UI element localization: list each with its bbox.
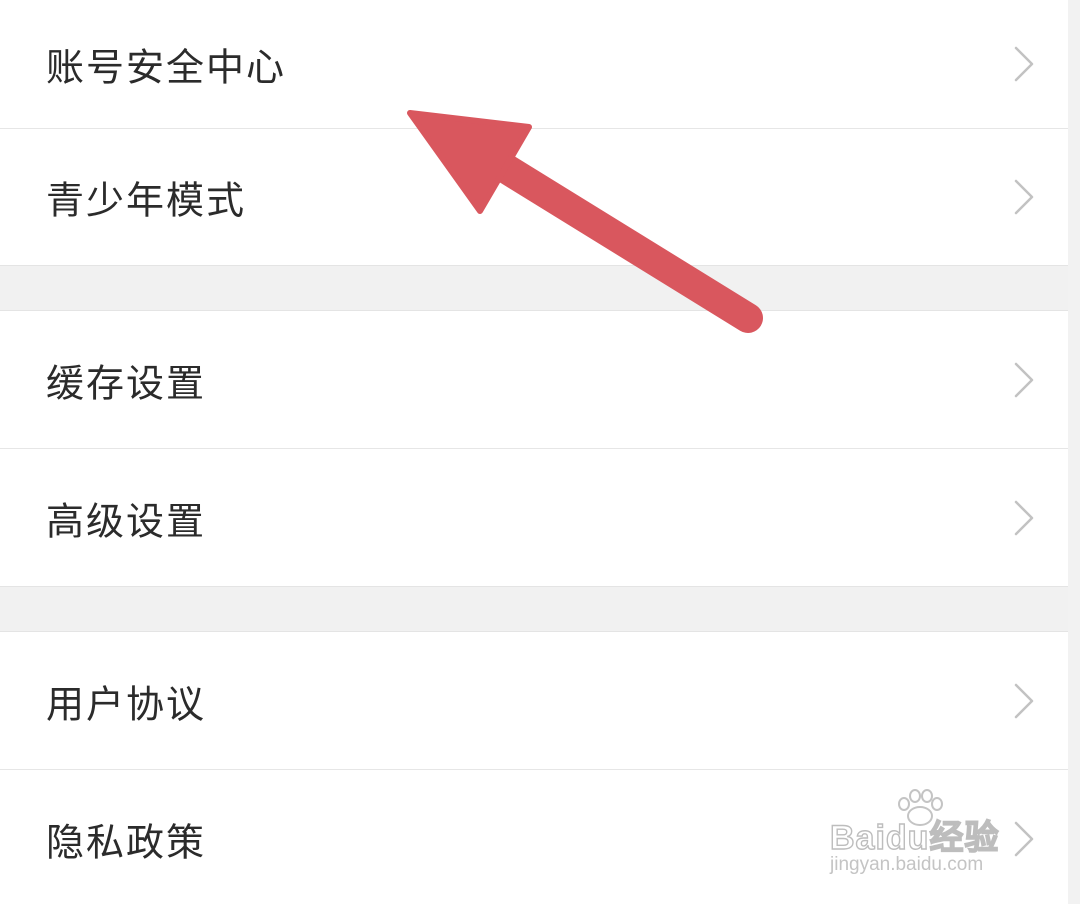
- settings-item-cache[interactable]: 缓存设置: [0, 311, 1068, 449]
- settings-item-label: 用户协议: [46, 682, 207, 726]
- chevron-right-icon: [1014, 46, 1034, 82]
- scroll-edge: [1068, 0, 1080, 904]
- watermark-url: jingyan.baidu.com: [830, 854, 984, 875]
- chevron-right-icon: [1014, 500, 1034, 535]
- settings-item-account-security[interactable]: 账号安全中心: [0, 0, 1068, 129]
- settings-item-teen-mode[interactable]: 青少年模式: [0, 129, 1068, 265]
- settings-item-label: 隐私政策: [46, 820, 207, 865]
- settings-item-advanced[interactable]: 高级设置: [0, 449, 1068, 586]
- settings-item-label: 缓存设置: [46, 361, 207, 405]
- watermark-brand: Baidu经验: [829, 818, 1000, 857]
- settings-screen: 账号安全中心 青少年模式 缓存设置 高级设置 用户协议 隐私政策 Baidu经验…: [0, 0, 1080, 904]
- settings-item-label: 青少年模式: [46, 178, 247, 223]
- baidu-watermark: Baidu经验 jingyan.baidu.com: [829, 788, 1030, 883]
- chevron-right-icon: [1014, 362, 1034, 397]
- section-gap: [0, 265, 1068, 311]
- settings-item-label: 账号安全中心: [46, 45, 287, 90]
- section-gap: [0, 586, 1068, 632]
- settings-item-user-agreement[interactable]: 用户协议: [0, 632, 1068, 770]
- chevron-right-icon: [1014, 683, 1034, 718]
- settings-item-label: 高级设置: [46, 499, 207, 543]
- chevron-right-icon: [1014, 179, 1034, 215]
- settings-list: 账号安全中心 青少年模式 缓存设置 高级设置 用户协议 隐私政策: [0, 0, 1068, 904]
